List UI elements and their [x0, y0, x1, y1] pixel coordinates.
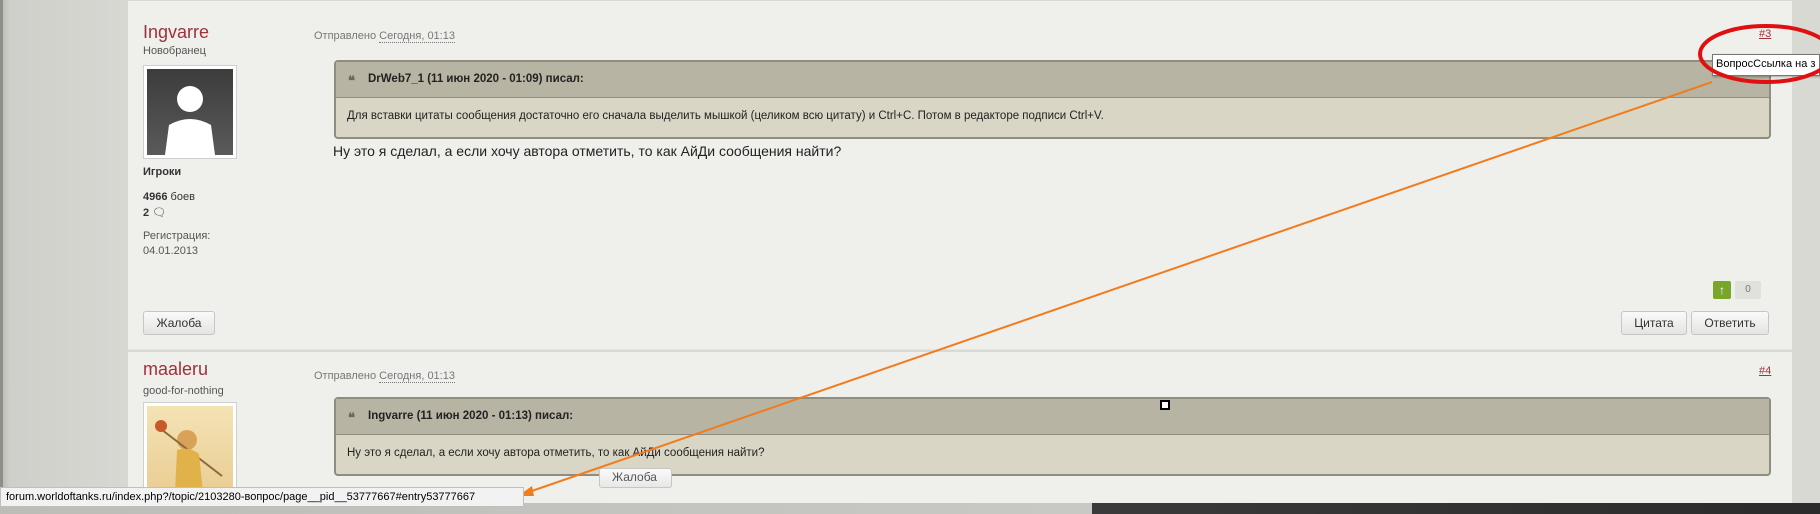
- status-bar-url: forum.worldoftanks.ru/index.php?/topic/2…: [0, 487, 524, 507]
- cursor-icon: [1160, 400, 1170, 410]
- annotation-overlay: [518, 24, 1820, 496]
- annotation-circle: [1698, 24, 1820, 84]
- annotation-arrow: [525, 81, 1713, 494]
